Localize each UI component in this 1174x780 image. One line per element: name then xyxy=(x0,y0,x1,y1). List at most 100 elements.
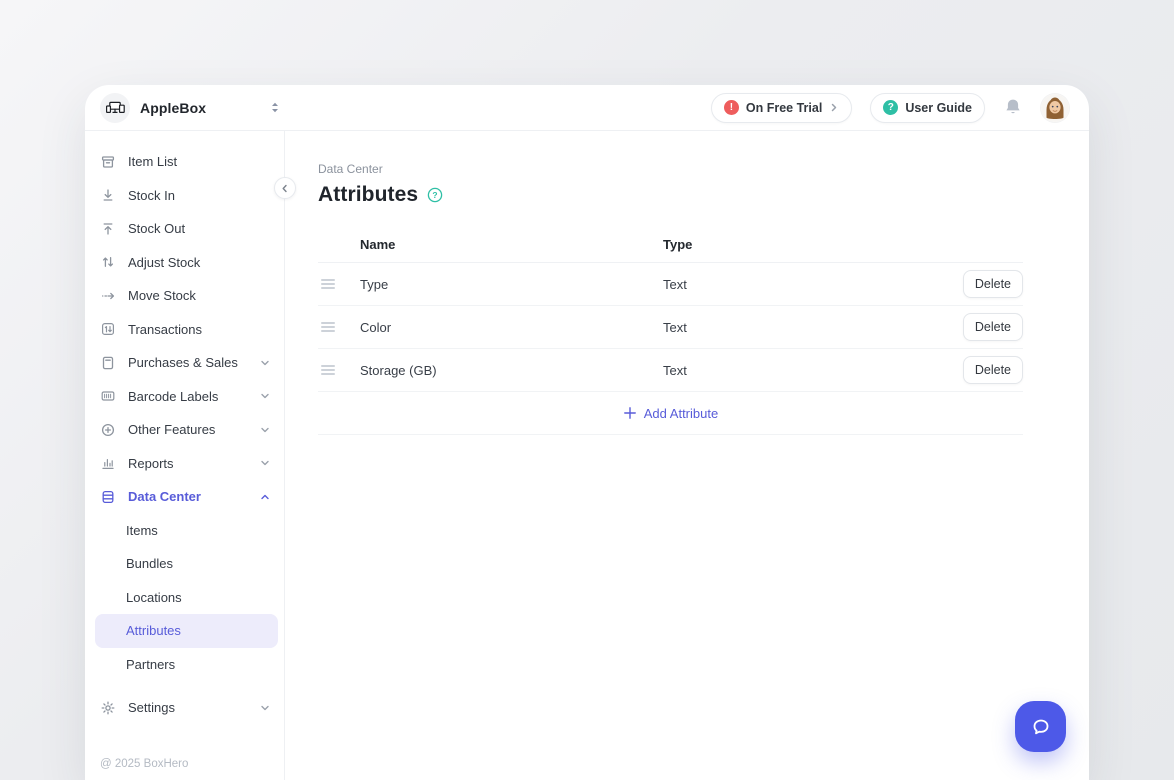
sidebar-item-other-features[interactable]: Other Features xyxy=(85,413,284,447)
sidebar-subitem-label: Partners xyxy=(126,657,175,672)
bar-chart-icon xyxy=(99,455,116,471)
main-content: Data Center Attributes ? Name Type xyxy=(285,131,1089,780)
drag-handle-icon[interactable] xyxy=(321,322,335,332)
question-icon: ? xyxy=(883,100,898,115)
sidebar-item-label: Stock Out xyxy=(128,221,185,236)
chevron-down-icon xyxy=(260,391,270,401)
transactions-icon xyxy=(99,321,116,337)
plus-circle-icon xyxy=(99,422,116,438)
chevron-down-icon xyxy=(260,358,270,368)
plus-icon xyxy=(623,406,637,420)
sidebar-item-label: Stock In xyxy=(128,188,175,203)
add-attribute-button[interactable]: Add Attribute xyxy=(623,406,718,421)
sort-arrows-icon xyxy=(268,100,282,115)
chat-launcher-button[interactable] xyxy=(1015,701,1066,752)
sidebar-subitem-label: Locations xyxy=(126,590,182,605)
app-window: AppleBox ! On Free Trial ? User Guid xyxy=(85,85,1089,780)
delete-button[interactable]: Delete xyxy=(963,313,1023,341)
add-attribute-row: Add Attribute xyxy=(318,392,1023,435)
chevron-down-icon xyxy=(260,425,270,435)
sidebar-item-settings[interactable]: Settings xyxy=(85,691,284,725)
notifications-button[interactable] xyxy=(1003,97,1023,118)
attribute-row: Storage (GB) Text Delete xyxy=(318,349,1023,392)
chevron-right-icon xyxy=(829,102,839,113)
delete-button[interactable]: Delete xyxy=(963,356,1023,384)
attribute-type: Text xyxy=(663,320,963,335)
user-guide-button[interactable]: ? User Guide xyxy=(870,93,985,123)
workspace-switcher[interactable] xyxy=(268,100,282,115)
sidebar-item-stock-in[interactable]: Stock In xyxy=(85,179,284,213)
dotted-arrow-right-icon xyxy=(99,288,116,304)
sidebar-item-label: Transactions xyxy=(128,322,202,337)
sidebar-item-label: Purchases & Sales xyxy=(128,355,238,370)
chat-bubble-icon xyxy=(1028,714,1054,740)
sidebar-item-move-stock[interactable]: Move Stock xyxy=(85,279,284,313)
sidebar-item-barcode-labels[interactable]: Barcode Labels xyxy=(85,380,284,414)
sidebar-item-label: Reports xyxy=(128,456,174,471)
database-icon xyxy=(99,489,116,505)
alert-icon: ! xyxy=(724,100,739,115)
arrows-up-down-icon xyxy=(99,254,116,270)
barcode-icon xyxy=(99,388,116,404)
breadcrumb: Data Center xyxy=(318,162,1089,176)
gear-icon xyxy=(99,700,116,716)
topbar: AppleBox ! On Free Trial ? User Guid xyxy=(85,85,1089,131)
drag-handle-icon[interactable] xyxy=(321,279,335,289)
sidebar-item-label: Item List xyxy=(128,154,177,169)
column-header-name: Name xyxy=(360,237,663,252)
chevron-left-icon xyxy=(280,183,290,194)
user-avatar[interactable] xyxy=(1041,94,1069,122)
sidebar-subitem-attributes[interactable]: Attributes xyxy=(95,614,278,648)
attribute-type: Text xyxy=(663,277,963,292)
delete-button[interactable]: Delete xyxy=(963,270,1023,298)
devices-icon xyxy=(103,96,127,120)
table-header: Name Type xyxy=(318,227,1023,263)
attribute-name: Storage (GB) xyxy=(360,363,663,378)
attribute-type: Text xyxy=(663,363,963,378)
sidebar-subitem-label: Bundles xyxy=(126,556,173,571)
sidebar-subitem-label: Attributes xyxy=(126,623,181,638)
chevron-down-icon xyxy=(260,458,270,468)
sidebar-item-stock-out[interactable]: Stock Out xyxy=(85,212,284,246)
sidebar-subitem-label: Items xyxy=(126,523,158,538)
free-trial-label: On Free Trial xyxy=(746,101,822,115)
sidebar-subitem-bundles[interactable]: Bundles xyxy=(85,547,284,581)
free-trial-badge[interactable]: ! On Free Trial xyxy=(711,93,852,123)
attribute-name: Type xyxy=(360,277,663,292)
svg-text:?: ? xyxy=(433,190,438,200)
sidebar-item-label: Barcode Labels xyxy=(128,389,218,404)
sidebar-item-item-list[interactable]: Item List xyxy=(85,145,284,179)
desktop-background: AppleBox ! On Free Trial ? User Guid xyxy=(0,0,1174,780)
sidebar-collapse-button[interactable] xyxy=(274,177,296,199)
sidebar-item-label: Settings xyxy=(128,700,175,715)
attribute-name: Color xyxy=(360,320,663,335)
attribute-row: Type Text Delete xyxy=(318,263,1023,306)
sidebar-item-purchases-sales[interactable]: Purchases & Sales xyxy=(85,346,284,380)
sidebar-item-label: Adjust Stock xyxy=(128,255,200,270)
topbar-actions: ! On Free Trial ? User Guide xyxy=(711,93,1069,123)
arrow-down-to-bar-icon xyxy=(99,187,116,203)
sidebar-item-transactions[interactable]: Transactions xyxy=(85,313,284,347)
sidebar-item-adjust-stock[interactable]: Adjust Stock xyxy=(85,246,284,280)
page-title: Attributes xyxy=(318,183,418,207)
document-icon xyxy=(99,355,116,371)
attributes-table: Name Type Type Text Delete Color Text xyxy=(318,227,1023,435)
sidebar-item-label: Data Center xyxy=(128,489,201,504)
drag-handle-icon[interactable] xyxy=(321,365,335,375)
user-guide-label: User Guide xyxy=(905,101,972,115)
help-icon[interactable]: ? xyxy=(427,187,443,203)
box-icon xyxy=(99,154,116,170)
sidebar: Item List Stock In xyxy=(85,131,285,780)
sidebar-subitem-items[interactable]: Items xyxy=(85,514,284,548)
chevron-up-icon xyxy=(260,492,270,502)
sidebar-item-data-center[interactable]: Data Center xyxy=(85,480,284,514)
column-header-type: Type xyxy=(663,237,963,252)
sidebar-subitem-partners[interactable]: Partners xyxy=(85,648,284,682)
sidebar-item-reports[interactable]: Reports xyxy=(85,447,284,481)
arrow-up-to-bar-icon xyxy=(99,221,116,237)
workspace-logo xyxy=(100,93,130,123)
workspace-name: AppleBox xyxy=(140,100,206,116)
sidebar-item-label: Move Stock xyxy=(128,288,196,303)
sidebar-subitem-locations[interactable]: Locations xyxy=(85,581,284,615)
chevron-down-icon xyxy=(260,703,270,713)
